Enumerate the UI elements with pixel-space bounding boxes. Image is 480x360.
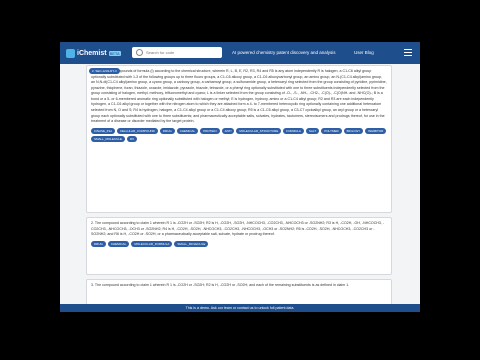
result-card: 2. The compound according to claim 1 whe… bbox=[86, 217, 392, 275]
claim-text: 3. The compound according to claim 1 whe… bbox=[91, 283, 350, 287]
top-navbar: iChemist BETA AI powered chemistry paten… bbox=[60, 42, 420, 64]
entity-chip[interactable]: DRUG bbox=[91, 240, 106, 247]
search-icon bbox=[136, 49, 143, 56]
results-list: 2. SEC-1234-RT-3 Compounds of formula (I… bbox=[86, 65, 392, 312]
entity-chip[interactable]: CHEMICAL bbox=[107, 240, 130, 247]
entity-chip[interactable]: PROTEIN bbox=[200, 127, 220, 134]
entity-chip[interactable]: CELLULAR_COMPOUND bbox=[116, 127, 158, 134]
footer-banner: This is a demo. Ask our team or contact … bbox=[60, 304, 420, 312]
app-name: iChemist bbox=[77, 49, 107, 57]
entity-chips: KINASE_INH CELLULAR_COMPOUND DRUG CHEMIC… bbox=[91, 127, 387, 142]
flask-icon bbox=[66, 48, 75, 58]
entity-chip[interactable]: CHEMICAL bbox=[176, 127, 199, 134]
entity-chip[interactable]: RX bbox=[127, 135, 138, 142]
entity-chip[interactable]: SALT bbox=[305, 127, 320, 134]
entity-chip[interactable]: KINASE_INH bbox=[91, 127, 115, 134]
entity-chip[interactable]: POLYMER bbox=[321, 127, 342, 134]
claim-tag[interactable]: 2. SEC-1234-RT-3 bbox=[89, 68, 120, 74]
search-input[interactable] bbox=[146, 50, 216, 55]
footer-text[interactable]: This is a demo. Ask our team or contact … bbox=[186, 306, 295, 310]
entity-chips: DRUG CHEMICAL MOLECULAR_FORMULA SMALL_MO… bbox=[91, 240, 387, 247]
result-card: 2. SEC-1234-RT-3 Compounds of formula (I… bbox=[86, 65, 392, 213]
beta-badge: BETA bbox=[108, 50, 121, 56]
claim-text: Compounds of formula (I) according to th… bbox=[91, 69, 387, 124]
hamburger-menu-icon[interactable] bbox=[404, 49, 412, 56]
app-logo[interactable]: iChemist BETA bbox=[66, 48, 121, 58]
search-box[interactable] bbox=[132, 47, 222, 58]
app-window: iChemist BETA AI powered chemistry paten… bbox=[60, 42, 420, 312]
entity-chip[interactable]: SMALL_MOLECULE bbox=[91, 135, 126, 142]
tagline: AI powered chemistry patent discovery an… bbox=[232, 50, 336, 55]
entity-chip[interactable]: BIOLOGY bbox=[343, 127, 364, 134]
entity-chip[interactable]: INHIBITOR bbox=[365, 127, 387, 134]
entity-chip[interactable]: ANTI bbox=[221, 127, 235, 134]
entity-chip[interactable]: MOLECULAR_FORMULA bbox=[131, 240, 173, 247]
entity-chip[interactable]: DRUG bbox=[159, 127, 175, 134]
entity-chip[interactable]: FORMULA bbox=[283, 127, 304, 134]
claim-text: 2. The compound according to claim 1 whe… bbox=[91, 221, 385, 237]
entity-chip[interactable]: MOLECULAR_STRUCTURE bbox=[236, 127, 282, 134]
entity-chip[interactable]: SMALL_MOLECULE bbox=[174, 240, 209, 247]
user-blog-link[interactable]: User Blog bbox=[354, 50, 374, 55]
